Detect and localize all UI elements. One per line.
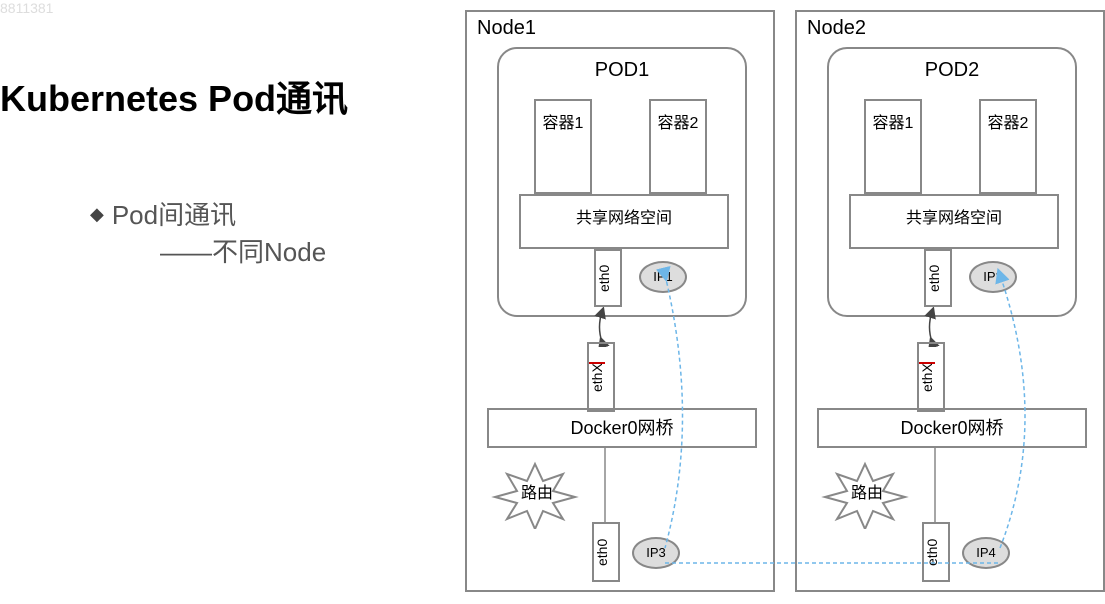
pod2-container2: 容器2: [979, 99, 1037, 194]
pod1-eth0: eth0: [594, 249, 622, 307]
node1-box: Node1 POD1 容器1 容器2 共享网络空间 eth0 IP1 ethX …: [465, 10, 775, 592]
node2-ethx: ethX: [917, 342, 945, 412]
node2-box: Node2 POD2 容器1 容器2 共享网络空间 eth0 IP2 ethX …: [795, 10, 1105, 592]
bullet-block: ◆ Pod间通讯 ——不同Node: [90, 195, 326, 269]
node1-docker-bridge: Docker0网桥: [487, 408, 757, 448]
page-title: Kubernetes Pod通讯: [0, 70, 348, 122]
node2-docker-bridge: Docker0网桥: [817, 408, 1087, 448]
pod2-ip: IP2: [969, 261, 1017, 293]
pod2-box: POD2 容器1 容器2 共享网络空间 eth0 IP2: [827, 47, 1077, 317]
node1-docker-eth-line-icon: [597, 448, 617, 528]
node1-eth0: eth0: [592, 522, 620, 582]
node1-ip: IP3: [632, 537, 680, 569]
pod2-shared-network: 共享网络空间: [849, 194, 1059, 249]
node2-ip: IP4: [962, 537, 1010, 569]
pod2-eth0: eth0: [924, 249, 952, 307]
node1-label: Node1: [477, 17, 536, 40]
pod1-label: POD1: [499, 59, 745, 82]
pod2-container1: 容器1: [864, 99, 922, 194]
pod1-shared-network: 共享网络空间: [519, 194, 729, 249]
node2-eth0: eth0: [922, 522, 950, 582]
pod1-ip: IP1: [639, 261, 687, 293]
node1-route: 路由: [497, 467, 577, 527]
bullet-line1: Pod间通讯: [112, 200, 236, 230]
pod1-container1: 容器1: [534, 99, 592, 194]
node1-ethx: ethX: [587, 342, 615, 412]
node2-route: 路由: [827, 467, 907, 527]
bullet-line2: ——不同Node: [160, 232, 326, 269]
node2-docker-eth-line-icon: [927, 448, 947, 528]
pod1-container2: 容器2: [649, 99, 707, 194]
bullet-diamond-icon: ◆: [90, 204, 104, 224]
watermark-top-left: 8811381: [0, 0, 53, 16]
pod1-box: POD1 容器1 容器2 共享网络空间 eth0 IP1: [497, 47, 747, 317]
pod2-label: POD2: [829, 59, 1075, 82]
node2-label: Node2: [807, 17, 866, 40]
